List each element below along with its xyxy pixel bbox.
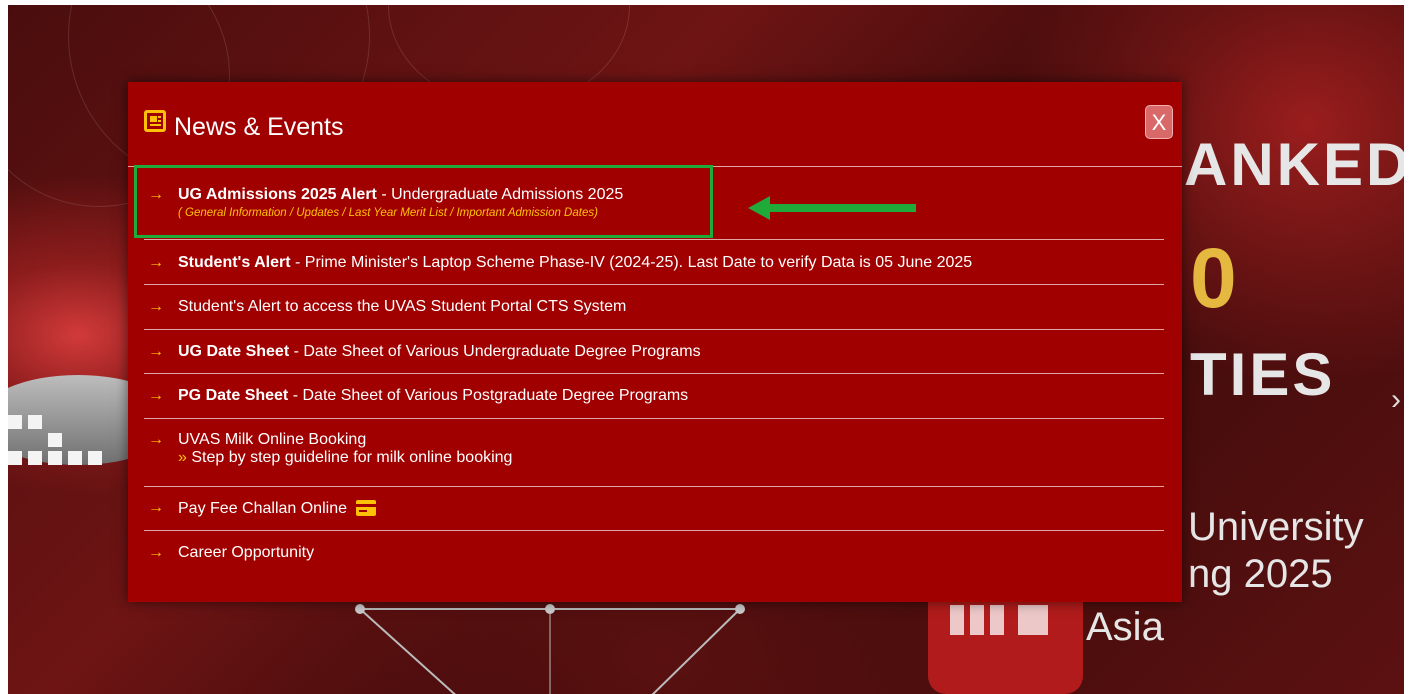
item-text: Student's Alert to access the UVAS Stude… — [178, 298, 627, 315]
list-item-milk-booking[interactable]: → UVAS Milk Online Booking » Step by ste… — [144, 419, 1164, 487]
item-text: - Undergraduate Admissions 2025 — [376, 186, 624, 203]
arrow-right-icon: → — [148, 387, 164, 404]
list-item-ug-admissions[interactable]: → UG Admissions 2025 Alert - Undergradua… — [144, 166, 1164, 240]
slide-rank-number: 0 — [1190, 231, 1237, 325]
arrow-right-icon: → — [148, 254, 164, 271]
list-item-pay-fee[interactable]: → Pay Fee Challan Online — [144, 487, 1164, 531]
item-subtext: Step by step guideline for milk online b… — [191, 449, 513, 466]
news-list: → UG Admissions 2025 Alert - Undergradua… — [144, 166, 1164, 573]
item-text: - Prime Minister's Laptop Scheme Phase-I… — [290, 254, 973, 271]
item-text: UVAS Milk Online Booking — [178, 431, 367, 448]
arrow-right-icon: → — [148, 186, 164, 203]
list-item-career[interactable]: → Career Opportunity — [144, 531, 1164, 573]
item-title: Student's Alert — [178, 254, 291, 271]
pointer-arrow-icon — [748, 196, 916, 220]
item-text: Career Opportunity — [178, 544, 315, 561]
slide-heading-ranked: ANKED — [1184, 131, 1404, 198]
modal-title: News & Events — [174, 113, 344, 141]
news-events-modal: News & Events X → UG Admissions 2025 Ale… — [128, 82, 1182, 602]
modal-header: News & Events X — [128, 82, 1182, 167]
newspaper-icon — [144, 110, 166, 132]
item-title: PG Date Sheet — [178, 387, 289, 404]
item-text: Pay Fee Challan Online — [178, 500, 347, 517]
close-button[interactable]: X — [1145, 105, 1173, 139]
list-item-student-portal[interactable]: → Student's Alert to access the UVAS Stu… — [144, 285, 1164, 330]
arrow-right-icon: → — [148, 499, 164, 516]
item-title: UG Date Sheet — [178, 343, 290, 360]
arrow-right-icon: → — [148, 544, 164, 561]
payment-card-icon — [356, 500, 377, 516]
list-item-pg-date-sheet[interactable]: → PG Date Sheet - Date Sheet of Various … — [144, 374, 1164, 419]
item-title: UG Admissions 2025 Alert — [178, 186, 377, 203]
arrow-right-icon: → — [148, 431, 164, 448]
slider-next-arrow[interactable]: › — [1391, 383, 1401, 417]
slide-text-university: University — [1188, 505, 1364, 549]
double-chevron-icon: » — [178, 449, 187, 466]
item-subtext: ( General Information / Updates / Last Y… — [178, 207, 598, 219]
slide-heading-ties: TIES — [1190, 341, 1336, 408]
slide-text-ranking: ng 2025 — [1188, 552, 1333, 596]
list-item-laptop-scheme[interactable]: → Student's Alert - Prime Minister's Lap… — [144, 240, 1164, 285]
item-text: - Date Sheet of Various Postgraduate Deg… — [288, 387, 689, 404]
arrow-right-icon: → — [148, 343, 164, 360]
item-sublink[interactable]: » Step by step guideline for milk online… — [178, 449, 1164, 467]
decorative-network — [355, 604, 745, 694]
arrow-right-icon: → — [148, 298, 164, 315]
list-item-ug-date-sheet[interactable]: → UG Date Sheet - Date Sheet of Various … — [144, 330, 1164, 374]
slide-text-asia: Asia — [1086, 605, 1164, 649]
item-text: - Date Sheet of Various Undergraduate De… — [289, 343, 701, 360]
